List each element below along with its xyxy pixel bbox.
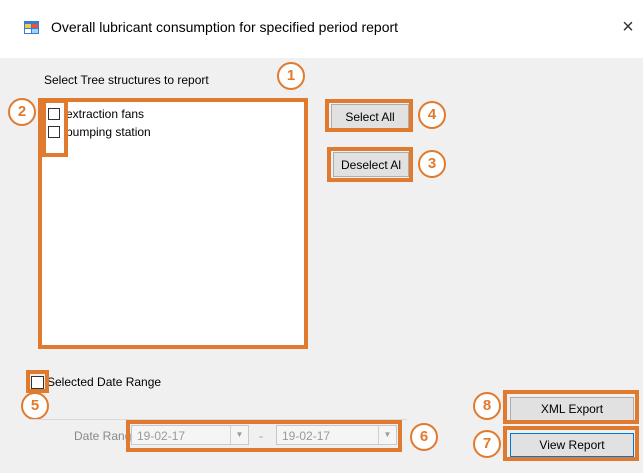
chevron-down-icon[interactable]: ▼ bbox=[378, 426, 396, 444]
chevron-down-icon[interactable]: ▼ bbox=[230, 426, 248, 444]
xml-export-button[interactable]: XML Export bbox=[510, 397, 634, 421]
date-from-value: 19-02-17 bbox=[137, 429, 186, 443]
annotation-badge-4: 4 bbox=[418, 101, 446, 129]
date-range-label: Date Range bbox=[74, 429, 139, 443]
tree-structures-list[interactable]: extraction fans pumping station bbox=[41, 101, 305, 346]
date-range-separator: - bbox=[259, 429, 263, 443]
annotation-badge-6: 6 bbox=[410, 423, 438, 451]
tree-item-label: extraction fans bbox=[66, 107, 145, 121]
app-window-icon bbox=[24, 21, 39, 34]
date-to-picker[interactable]: 19-02-17 ▼ bbox=[276, 425, 397, 445]
date-to-value: 19-02-17 bbox=[282, 429, 331, 443]
deselect-all-button[interactable]: Deselect Al bbox=[333, 152, 409, 177]
date-from-picker[interactable]: 19-02-17 ▼ bbox=[131, 425, 249, 445]
annotation-badge-5: 5 bbox=[21, 392, 49, 420]
tree-item-extraction-fans[interactable]: extraction fans bbox=[48, 105, 144, 123]
annotation-badge-8: 8 bbox=[473, 392, 501, 420]
view-report-button[interactable]: View Report bbox=[510, 433, 634, 457]
window-title: Overall lubricant consumption for specif… bbox=[51, 19, 399, 35]
title-bar: Overall lubricant consumption for specif… bbox=[0, 0, 643, 58]
tree-item-label: pumping station bbox=[66, 125, 151, 139]
tree-item-checkbox[interactable] bbox=[48, 126, 60, 138]
annotation-badge-7: 7 bbox=[473, 430, 501, 458]
selected-date-range-checkbox[interactable] bbox=[31, 375, 44, 389]
tree-structures-label: Select Tree structures to report bbox=[44, 73, 209, 87]
selected-date-range-option[interactable]: Selected Date Range bbox=[31, 375, 161, 389]
selected-date-range-label: Selected Date Range bbox=[47, 375, 162, 389]
close-icon[interactable]: × bbox=[615, 12, 641, 42]
annotation-badge-2: 2 bbox=[8, 98, 36, 126]
annotation-badge-3: 3 bbox=[418, 150, 446, 178]
tree-item-checkbox[interactable] bbox=[48, 108, 60, 120]
annotation-badge-1: 1 bbox=[277, 62, 305, 90]
select-all-button[interactable]: Select All bbox=[331, 104, 409, 129]
tree-item-pumping-station[interactable]: pumping station bbox=[48, 123, 151, 141]
